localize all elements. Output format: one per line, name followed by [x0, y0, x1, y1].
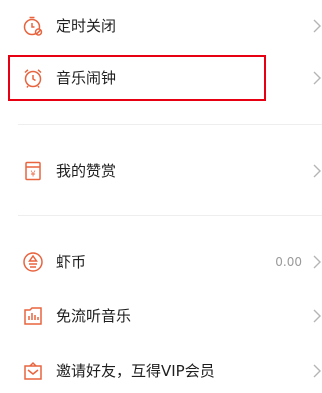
menu-item-free-data[interactable]: 免流听音乐	[0, 294, 322, 338]
menu-item-label: 我的赞赏	[56, 162, 117, 180]
chevron-right-icon	[312, 163, 322, 179]
timer-icon	[22, 15, 44, 37]
chevron-right-icon	[312, 308, 322, 324]
menu-item-shrimp-coin[interactable]: 虾币 0.00	[0, 240, 322, 284]
coin-balance: 0.00	[275, 255, 302, 269]
menu-item-label: 音乐闹钟	[56, 69, 117, 87]
menu-item-label: 邀请好友，互得VIP会员	[56, 362, 215, 380]
menu-item-music-alarm[interactable]: 音乐闹钟	[0, 56, 322, 100]
divider	[18, 215, 322, 216]
menu-item-label: 虾币	[56, 253, 87, 271]
coin-icon	[22, 251, 44, 273]
chevron-right-icon	[312, 18, 322, 34]
gift-icon	[22, 360, 44, 382]
alarm-clock-icon	[22, 67, 44, 89]
chevron-right-icon	[312, 70, 322, 86]
chevron-right-icon	[312, 363, 322, 379]
menu-item-label: 免流听音乐	[56, 307, 132, 325]
menu-item-label: 定时关闭	[56, 17, 117, 35]
svg-text:¥: ¥	[30, 170, 35, 179]
menu-item-timer-off[interactable]: 定时关闭	[0, 4, 322, 48]
menu-item-my-tips[interactable]: ¥ 我的赞赏	[0, 149, 322, 193]
menu-item-invite[interactable]: 邀请好友，互得VIP会员	[0, 349, 322, 393]
data-free-icon	[22, 305, 44, 327]
tip-envelope-icon: ¥	[22, 160, 44, 182]
chevron-right-icon	[312, 254, 322, 270]
divider	[18, 124, 322, 125]
